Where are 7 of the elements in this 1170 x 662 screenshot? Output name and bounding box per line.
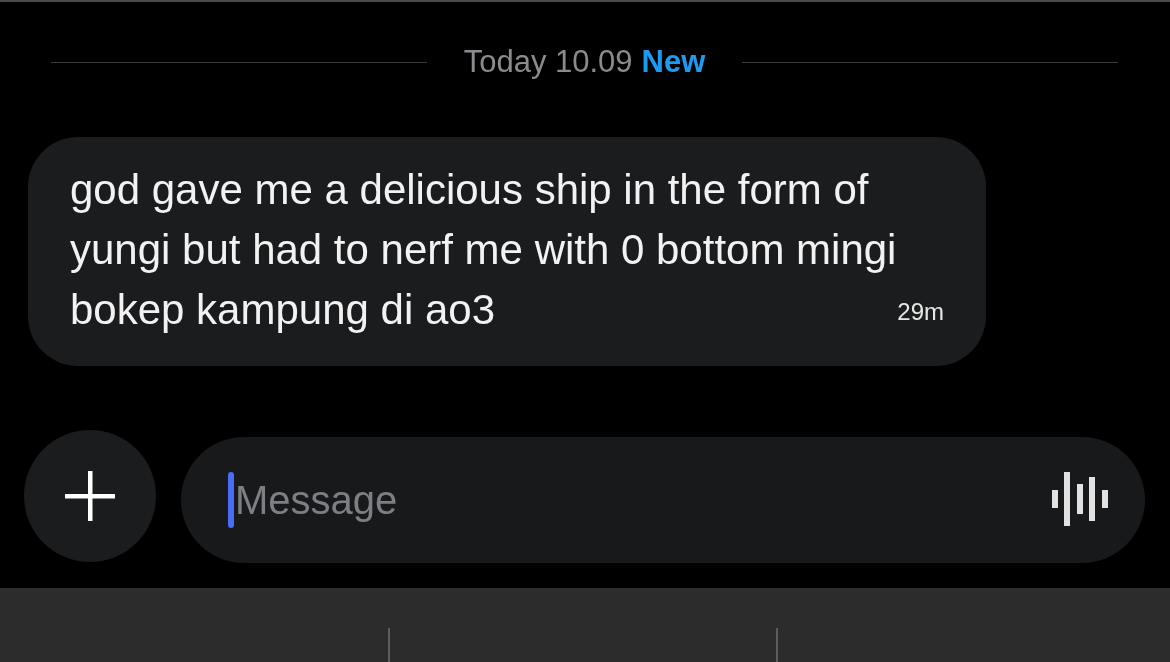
date-label: Today 10.09 xyxy=(463,44,633,80)
plus-icon xyxy=(65,471,115,521)
new-label: New xyxy=(641,44,706,80)
message-field[interactable]: Message xyxy=(181,437,1145,563)
waveform-icon[interactable] xyxy=(1052,472,1108,526)
message-time: 29m xyxy=(897,298,944,326)
message-text: god gave me a delicious ship in the form of yungi but had to nerf me with 0 bottom mingi bokep kampung di ao3 xyxy=(70,165,898,335)
